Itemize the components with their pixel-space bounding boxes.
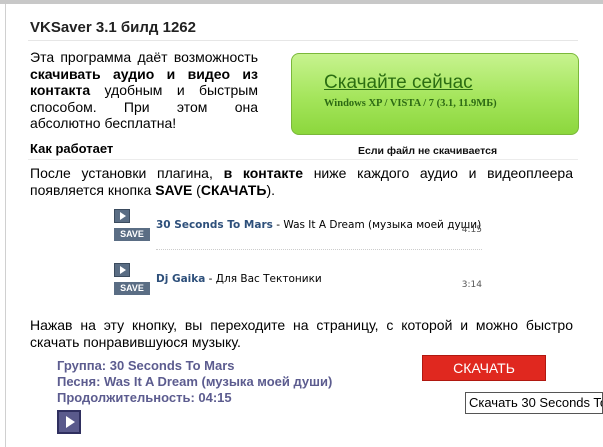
download-now-label[interactable]: Скачайте сейчас bbox=[324, 72, 473, 94]
track-title: - Для Вас Тектоники bbox=[205, 273, 322, 285]
track-text: 30 Seconds To Mars - Was It A Dream (муз… bbox=[156, 219, 481, 231]
download-button[interactable]: СКАЧАТЬ bbox=[422, 355, 546, 381]
how-paragraph: После установки плагина, в контакте ниже… bbox=[30, 165, 573, 198]
track-divider bbox=[156, 249, 482, 250]
save-button[interactable]: SAVE bbox=[114, 228, 150, 241]
title-divider bbox=[28, 40, 578, 41]
how-part-b: в контакте bbox=[223, 165, 303, 181]
track-duration: 4:15 bbox=[461, 225, 482, 235]
info-song: Песня: Was It A Dream (музыка моей души) bbox=[57, 374, 333, 389]
result-paragraph: Нажав на эту кнопку, вы переходите на ст… bbox=[30, 317, 573, 350]
how-part-a: После установки плагина, bbox=[30, 165, 224, 181]
download-os-info: Windows XP / VISTA / 7 (3.1, 11.9МБ) bbox=[324, 98, 497, 109]
how-part-d: SAVE bbox=[155, 181, 193, 198]
how-part-g: ). bbox=[266, 181, 275, 198]
how-divider bbox=[28, 159, 578, 160]
how-part-e: ( bbox=[192, 181, 201, 198]
save-button[interactable]: SAVE bbox=[114, 282, 150, 295]
info-duration: Продолжительность: 04:15 bbox=[57, 390, 232, 405]
play-icon[interactable] bbox=[114, 209, 130, 223]
intro-part1: Эта программа даёт возможность bbox=[30, 49, 258, 65]
info-group: Группа: 30 Seconds To Mars bbox=[57, 358, 235, 373]
how-it-works-heading: Как работает bbox=[30, 141, 114, 156]
play-icon[interactable] bbox=[114, 263, 130, 277]
track-row: SAVE 30 Seconds To Mars - Was It A Dream… bbox=[114, 209, 482, 250]
track-duration: 3:14 bbox=[461, 280, 482, 290]
download-trouble-link[interactable]: Если файл не скачивается bbox=[358, 145, 497, 157]
download-now-button[interactable]: Скачайте сейчас Windows XP / VISTA / 7 (… bbox=[291, 53, 579, 135]
play-icon-large[interactable] bbox=[57, 410, 81, 434]
track-title: - Was It A Dream (музыка моей души) bbox=[272, 219, 482, 231]
track-artist[interactable]: 30 Seconds To Mars bbox=[156, 219, 273, 231]
track-artist[interactable]: Dj Gaika bbox=[156, 273, 205, 285]
intro-text: Эта программа даёт возможность скачивать… bbox=[30, 49, 258, 132]
download-tooltip: Скачать 30 Seconds To Mars bbox=[465, 392, 603, 414]
track-text: Dj Gaika - Для Вас Тектоники bbox=[156, 273, 322, 285]
page-title: VKSaver 3.1 билд 1262 bbox=[30, 19, 196, 36]
track-row: SAVE Dj Gaika - Для Вас Тектоники 3:14 bbox=[114, 263, 482, 295]
how-part-f: СКАЧАТЬ bbox=[200, 181, 267, 198]
